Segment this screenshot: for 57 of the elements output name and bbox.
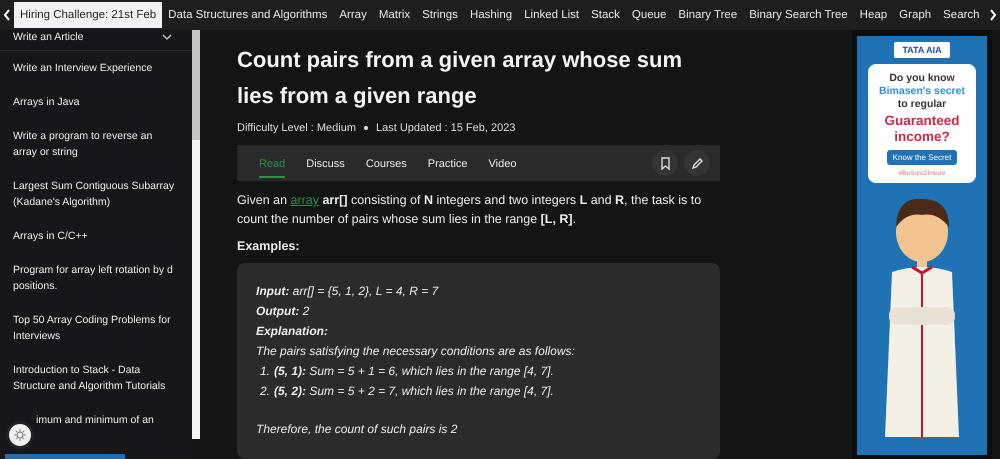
sidebar-heading[interactable]: Write an Article bbox=[13, 30, 84, 45]
pencil-icon[interactable] bbox=[684, 150, 710, 176]
nav-link[interactable]: Data Structures and Algorithms bbox=[162, 2, 334, 28]
nav-link[interactable]: Binary Tree bbox=[672, 2, 744, 28]
know-secret-button[interactable]: Know the Secret bbox=[886, 150, 958, 165]
article-tab[interactable]: Practice bbox=[428, 148, 468, 178]
nav-link[interactable]: Graph bbox=[893, 2, 938, 28]
ad-headline: Guaranteed income? bbox=[883, 113, 961, 145]
scroll-left-icon[interactable] bbox=[2, 8, 12, 22]
nav-link[interactable]: Binary Search Tree bbox=[743, 2, 854, 28]
chevron-down-icon[interactable] bbox=[162, 34, 172, 40]
examples-heading: Examples: bbox=[237, 239, 301, 253]
nav-link[interactable]: Hiring Challenge: 21st Feb bbox=[14, 2, 162, 28]
article-title: Count pairs from a given array whose sum lies from a given range bbox=[237, 46, 684, 110]
sidebar-item[interactable]: Program for array left rotation by d positions. bbox=[0, 253, 192, 303]
conclusion-text: Therefore, the count of such pairs is 2 bbox=[256, 421, 458, 438]
bookmark-icon[interactable] bbox=[652, 150, 678, 176]
settings-button[interactable] bbox=[6, 421, 34, 449]
list-item: (5, 1): Sum = 5 + 1 = 6, which lies in the range [4, 7]. bbox=[274, 363, 554, 380]
ad-text: Do you know bbox=[889, 72, 955, 85]
problem-statement: Given an array arr[] consisting of N integers and two integers L and R, the task is to count the number of pairs whose sum lies in the range [L, R]. bbox=[237, 192, 702, 228]
nav-link[interactable]: Queue bbox=[626, 2, 672, 28]
explanation-text: The pairs satisfying the necessary conditions are as follows: bbox=[256, 343, 576, 360]
list-number: 1. bbox=[260, 363, 270, 380]
article-tab[interactable]: Video bbox=[488, 148, 516, 178]
sidebar-item[interactable]: Write an Interview Experience bbox=[0, 51, 192, 85]
difficulty-label: Difficulty Level : Medium bbox=[237, 122, 356, 134]
scroll-right-icon[interactable] bbox=[988, 8, 998, 22]
sidebar-item[interactable]: Arrays in Java bbox=[0, 85, 192, 119]
sidebar-item[interactable]: Write a program to reverse an array or string bbox=[0, 119, 192, 169]
nav-link[interactable]: Array bbox=[333, 2, 373, 28]
article-tab[interactable]: Courses bbox=[366, 148, 407, 178]
scrollbar[interactable] bbox=[192, 30, 200, 439]
nav-link[interactable]: Stack bbox=[585, 2, 626, 28]
updated-date: Last Updated : 15 Feb, 2023 bbox=[376, 122, 516, 134]
input-line: Input: arr[] = {5, 1, 2}, L = 4, R = 7 bbox=[256, 283, 440, 300]
sidebar-item[interactable]: imum and minimum of an bbox=[0, 403, 192, 437]
sidebar-item[interactable]: Largest Sum Contiguous Subarray (Kadane's Algorithm) bbox=[0, 169, 192, 219]
sidebar-item[interactable]: Introduction to Stack - Data Structure and Algorithm Tutorials bbox=[0, 353, 192, 403]
explanation-heading: Explanation: bbox=[256, 323, 330, 340]
ad-text: Bimasen's secret bbox=[879, 85, 965, 98]
nav-link[interactable]: Search bbox=[937, 2, 986, 28]
gear-icon bbox=[14, 429, 26, 441]
list-item: (5, 2): Sum = 5 + 2 = 7, which lies in the range [4, 7]. bbox=[274, 383, 554, 400]
ad-text: to regular bbox=[898, 98, 946, 111]
sidebar-item[interactable]: Arrays in C/C++ bbox=[0, 219, 192, 253]
nav-link[interactable]: Linked List bbox=[518, 2, 586, 28]
list-number: 2. bbox=[260, 383, 270, 400]
nav-link[interactable]: Strings bbox=[416, 2, 464, 28]
sidebar-item[interactable]: Top 50 Array Coding Problems for Interviews bbox=[0, 303, 192, 353]
nav-link[interactable]: Heap bbox=[854, 2, 894, 28]
article-tab[interactable]: Discuss bbox=[306, 148, 345, 178]
nav-link[interactable]: Matrix bbox=[372, 2, 416, 28]
array-link[interactable]: array bbox=[290, 193, 319, 207]
nav-link[interactable]: Hashing bbox=[464, 2, 518, 28]
brand-logo: TATA AIA bbox=[894, 42, 950, 58]
output-line: Output: 2 bbox=[256, 303, 310, 320]
